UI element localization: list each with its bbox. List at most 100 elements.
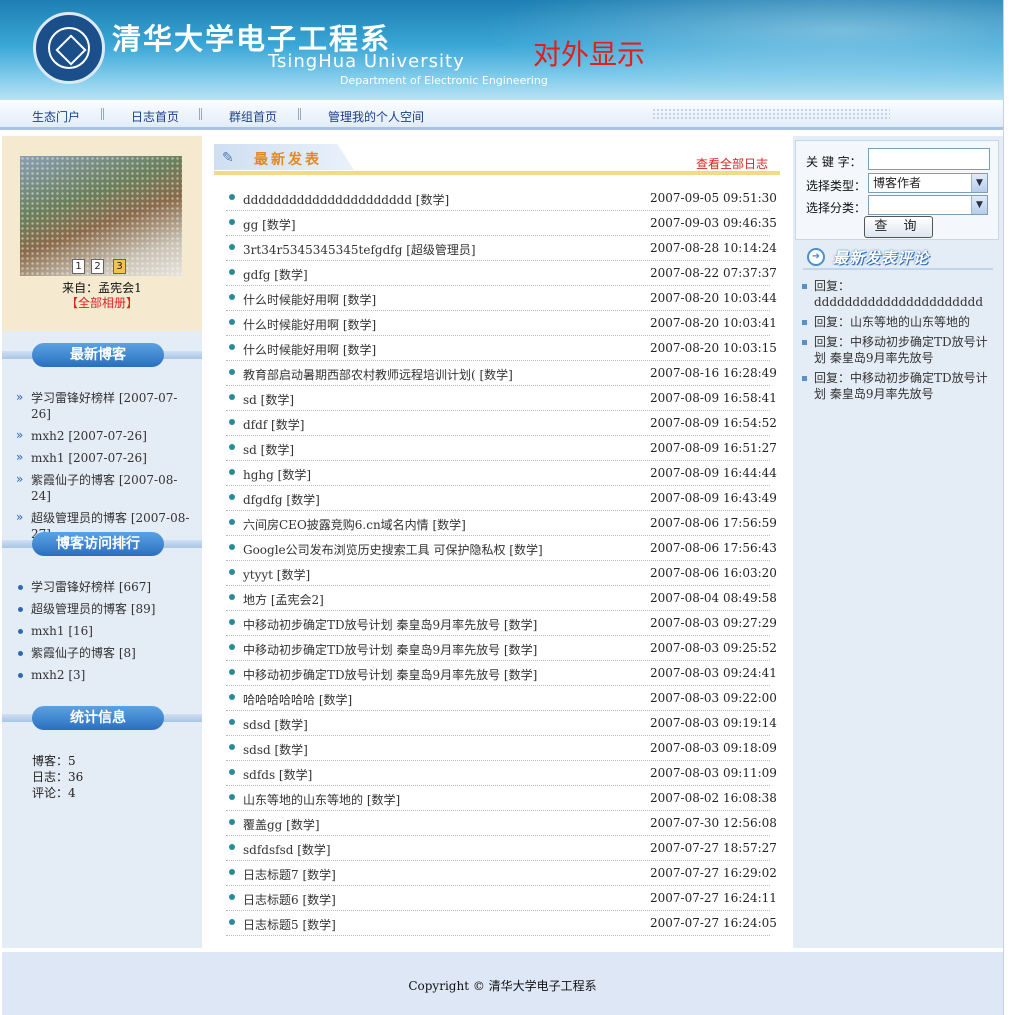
post-title-link[interactable]: 哈哈哈哈哈哈 [数学] (243, 691, 352, 708)
post-date: 2007-07-30 12:56:08 (650, 816, 777, 830)
bullet-icon (229, 269, 235, 275)
post-title-link[interactable]: 山东等地的山东等地的 [数学] (243, 791, 400, 808)
post-date: 2007-08-06 17:56:43 (650, 541, 777, 555)
nav-separator (298, 108, 301, 120)
post-title-link[interactable]: ytyyt [数学] (243, 566, 310, 583)
comment-item[interactable]: 回复：中移动初步确定TD放号计划 秦皇岛9月率先放号 (802, 370, 992, 402)
bullet-icon (229, 344, 235, 350)
post-row: gdfg [数学] 2007-08-22 07:37:37 (226, 261, 777, 286)
copyright-text: Copyright © 清华大学电子工程系 (408, 979, 597, 993)
list-item[interactable]: 超级管理员的博客 [89] (16, 601, 196, 617)
photo-page-1[interactable]: 1 (72, 259, 85, 274)
comment-item[interactable]: 回复：dddddddddddddddddddddd (802, 278, 992, 310)
bullet-icon (229, 894, 235, 900)
post-date: 2007-08-20 10:03:15 (650, 341, 777, 355)
album-photo[interactable] (20, 156, 182, 276)
photo-page-2[interactable]: 2 (91, 259, 104, 274)
post-title-link[interactable]: 中移动初步确定TD放号计划 秦皇岛9月率先放号 [数学] (243, 616, 537, 633)
post-title-link[interactable]: 中移动初步确定TD放号计划 秦皇岛9月率先放号 [数学] (243, 641, 537, 658)
bullet-icon (229, 919, 235, 925)
left-sidebar: 1 2 3 来自：孟宪会1 【全部相册】 最新博客 学习雷锋好榜样 [2007-… (2, 136, 202, 948)
bullet-icon (229, 744, 235, 750)
list-item[interactable]: mxh2 [2007-07-26] (16, 427, 196, 444)
post-date: 2007-08-20 10:03:41 (650, 316, 777, 330)
post-row: 中移动初步确定TD放号计划 秦皇岛9月率先放号 [数学] 2007-08-03 0… (226, 636, 777, 661)
list-item[interactable]: 学习雷锋好榜样 [2007-07-26] (16, 389, 196, 422)
post-date: 2007-07-27 16:24:05 (650, 916, 777, 930)
post-title-link[interactable]: 六间房CEO披露竞购6.cn域名内情 [数学] (243, 516, 466, 533)
post-title-link[interactable]: Google公司发布浏览历史搜索工具 可保护隐私权 [数学] (243, 541, 543, 558)
post-date: 2007-08-03 09:22:00 (650, 691, 777, 705)
post-title-link[interactable]: dddddddddddddddddddddd [数学] (243, 191, 449, 208)
post-title-link[interactable]: 什么时候能好用啊 [数学] (243, 341, 376, 358)
bullet-icon (229, 544, 235, 550)
keyword-input[interactable] (868, 148, 990, 170)
post-row: 什么时候能好用啊 [数学] 2007-08-20 10:03:44 (226, 286, 777, 311)
list-item[interactable]: mxh1 [16] (16, 623, 196, 639)
bullet-icon (229, 219, 235, 225)
post-title-link[interactable]: 教育部启动暑期西部农村教师远程培训计划( [数学] (243, 366, 513, 383)
post-row: ytyyt [数学] 2007-08-06 16:03:20 (226, 561, 777, 586)
post-title-link[interactable]: sdfdsfsd [数学] (243, 841, 331, 858)
post-row: sdsd [数学] 2007-08-03 09:18:09 (226, 736, 777, 761)
nav-item-portal[interactable]: 生态门户 (32, 108, 80, 125)
post-title-link[interactable]: 覆盖gg [数学] (243, 816, 320, 833)
post-title-link[interactable]: sd [数学] (243, 391, 294, 408)
list-item[interactable]: mxh1 [2007-07-26] (16, 449, 196, 466)
post-date: 2007-08-03 09:25:52 (650, 641, 777, 655)
all-albums-link[interactable]: 【全部相册】 (2, 294, 202, 311)
post-title-link[interactable]: dfgdfg [数学] (243, 491, 320, 508)
chevron-down-icon[interactable]: ▼ (971, 174, 987, 192)
post-title-link[interactable]: sdfds [数学] (243, 766, 312, 783)
post-title-link[interactable]: sdsd [数学] (243, 741, 308, 758)
comment-item[interactable]: 回复：山东等地的山东等地的 (802, 314, 992, 330)
type-select[interactable]: 博客作者 ▼ (868, 173, 988, 193)
right-sidebar: 关 键 字： 选择类型： 博客作者 ▼ 选择分类： ▼ 查 询 ➜ 最新发表评论… (793, 136, 1003, 948)
stat-posts: 日志：36 (32, 770, 84, 784)
site-title-en: TsingHua University (268, 51, 465, 72)
post-title-link[interactable]: gg [数学] (243, 216, 296, 233)
post-row: dfdf [数学] 2007-08-09 16:54:52 (226, 411, 777, 436)
post-title-link[interactable]: dfdf [数学] (243, 416, 304, 433)
nav-item-manage-space[interactable]: 管理我的个人空间 (328, 108, 424, 125)
post-title-link[interactable]: sdsd [数学] (243, 716, 308, 733)
post-date: 2007-08-09 16:54:52 (650, 416, 777, 430)
category-select[interactable]: ▼ (868, 195, 988, 215)
post-row: hghg [数学] 2007-08-09 16:44:44 (226, 461, 777, 486)
post-title-link[interactable]: 地方 [孟宪会2] (243, 591, 324, 608)
post-title-link[interactable]: gdfg [数学] (243, 266, 308, 283)
page-edge (1003, 0, 1013, 1015)
query-button[interactable]: 查 询 (864, 216, 933, 238)
post-title-link[interactable]: hghg [数学] (243, 466, 311, 483)
search-panel: 关 键 字： 选择类型： 博客作者 ▼ 选择分类： ▼ 查 询 (795, 140, 999, 240)
view-all-posts-link[interactable]: 查看全部日志 (696, 155, 768, 172)
list-item[interactable]: 紫霞仙子的博客 [2007-08-24] (16, 471, 196, 504)
list-item[interactable]: 学习雷锋好榜样 [667] (16, 579, 196, 595)
post-title-link[interactable]: 什么时候能好用啊 [数学] (243, 316, 376, 333)
post-title-link[interactable]: 日志标题7 [数学] (243, 866, 336, 883)
post-row: 什么时候能好用啊 [数学] 2007-08-20 10:03:41 (226, 311, 777, 336)
ranking-title: 博客访问排行 (32, 532, 164, 556)
comment-item[interactable]: 回复：中移动初步确定TD放号计划 秦皇岛9月率先放号 (802, 334, 992, 366)
post-title-link[interactable]: 日志标题6 [数学] (243, 891, 336, 908)
chevron-down-icon[interactable]: ▼ (971, 196, 987, 214)
photo-panel: 1 2 3 来自：孟宪会1 【全部相册】 (2, 136, 202, 331)
stat-comments: 评论：4 (32, 786, 76, 800)
post-title-link[interactable]: 3rt34r5345345345tefgdfg [超级管理员] (243, 241, 476, 258)
list-item[interactable]: 紫霞仙子的博客 [8] (16, 645, 196, 661)
bullet-icon (229, 769, 235, 775)
bullet-icon (229, 294, 235, 300)
post-title-link[interactable]: 日志标题5 [数学] (243, 916, 336, 933)
list-item[interactable]: mxh2 [3] (16, 667, 196, 683)
nav-item-group-home[interactable]: 群组首页 (229, 108, 277, 125)
post-title-link[interactable]: 什么时候能好用啊 [数学] (243, 291, 376, 308)
nav-item-blog-home[interactable]: 日志首页 (131, 108, 179, 125)
bullet-icon (229, 494, 235, 500)
ranking-header: 博客访问排行 (2, 532, 202, 556)
post-date: 2007-08-03 09:24:41 (650, 666, 777, 680)
post-date: 2007-08-03 09:11:09 (650, 766, 777, 780)
post-date: 2007-07-27 16:24:11 (650, 891, 777, 905)
photo-page-3[interactable]: 3 (113, 259, 126, 274)
post-title-link[interactable]: 中移动初步确定TD放号计划 秦皇岛9月率先放号 [数学] (243, 666, 537, 683)
post-title-link[interactable]: sd [数学] (243, 441, 294, 458)
